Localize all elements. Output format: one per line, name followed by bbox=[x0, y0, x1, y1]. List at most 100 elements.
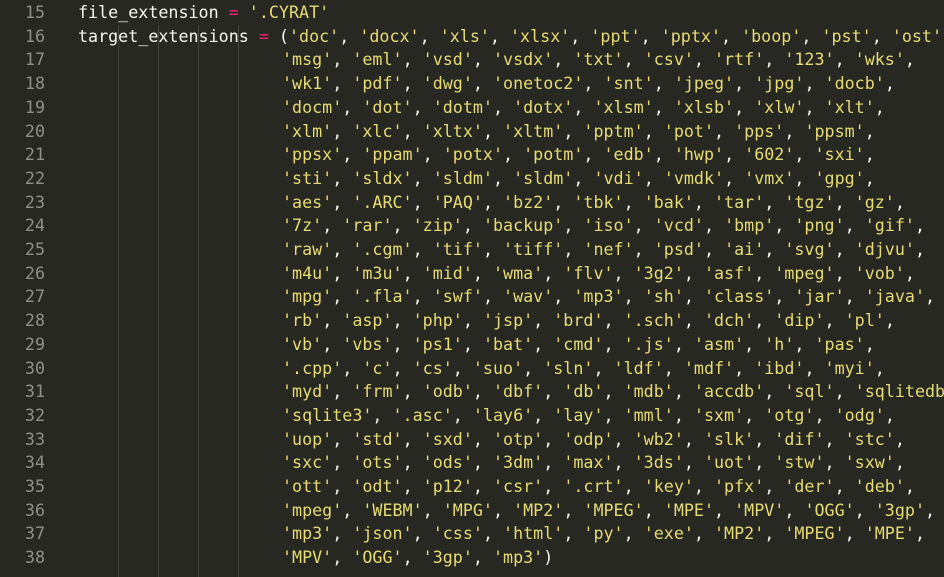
punctuation: , bbox=[332, 120, 353, 141]
string-token: 'vmx' bbox=[744, 167, 795, 188]
string-token: 'MPV' bbox=[282, 547, 333, 568]
string-token: 'boop' bbox=[741, 25, 802, 46]
punctuation: , bbox=[472, 452, 493, 473]
punctuation: , bbox=[764, 476, 785, 496]
punctuation: , bbox=[472, 49, 493, 70]
string-token: 'lay6' bbox=[472, 404, 534, 425]
string-token: 'bmp' bbox=[724, 215, 775, 236]
punctuation: , bbox=[583, 144, 604, 165]
string-token: 'lay' bbox=[553, 404, 604, 425]
punctuation: , bbox=[452, 357, 473, 378]
string-token: 'max' bbox=[563, 452, 614, 473]
punctuation: , bbox=[693, 49, 715, 70]
punctuation: , bbox=[332, 191, 353, 212]
punctuation: , bbox=[563, 215, 584, 236]
string-token: 'csv' bbox=[643, 49, 694, 70]
string-token: 'cmd' bbox=[553, 333, 604, 354]
string-token: 'sldx' bbox=[352, 167, 413, 188]
string-token: 'rb' bbox=[282, 310, 323, 331]
string-token: 'sqlitedb' bbox=[854, 381, 944, 402]
string-token: 'odp' bbox=[563, 428, 614, 449]
punctuation: , bbox=[844, 286, 865, 307]
punctuation: , bbox=[533, 310, 554, 331]
string-token: 'suo' bbox=[472, 357, 524, 378]
punctuation: , bbox=[422, 144, 443, 165]
string-token: 'stw' bbox=[774, 452, 825, 473]
string-token: 'MPE' bbox=[663, 499, 715, 520]
punctuation: , bbox=[603, 404, 624, 425]
string-token: '.cpp' bbox=[282, 357, 343, 378]
punctuation: , bbox=[894, 452, 905, 473]
line-number: 24 bbox=[24, 215, 45, 236]
punctuation: , bbox=[794, 167, 815, 188]
line-number: 20 bbox=[24, 120, 45, 141]
string-token: 'ott' bbox=[282, 476, 333, 496]
string-token: 'py' bbox=[583, 523, 624, 544]
punctuation: , bbox=[332, 286, 353, 307]
code-content: 'sqlite3', '.asc', 'lay6', 'lay', 'mml',… bbox=[282, 404, 895, 428]
punctuation: , bbox=[402, 428, 423, 449]
punctuation: , bbox=[573, 96, 594, 117]
string-token: 'vdi' bbox=[593, 167, 644, 188]
punctuation: , bbox=[472, 262, 493, 283]
code-token: , bbox=[721, 25, 742, 46]
code-content: 'docm', 'dot', 'dotm', 'dotx', 'xlsm', '… bbox=[282, 96, 885, 120]
string-token: 'csr' bbox=[492, 476, 544, 496]
string-token: 'xlsb' bbox=[673, 96, 735, 117]
string-token: 'sln' bbox=[543, 357, 594, 378]
string-token: 'vob' bbox=[854, 262, 905, 283]
punctuation: , bbox=[774, 215, 795, 236]
punctuation: , bbox=[392, 357, 413, 378]
string-token: 'pfx' bbox=[714, 476, 765, 496]
punctuation: , bbox=[643, 120, 664, 141]
string-token: '.crt' bbox=[563, 476, 624, 496]
punctuation: , bbox=[533, 404, 554, 425]
punctuation: , bbox=[874, 96, 885, 117]
punctuation: , bbox=[834, 381, 855, 402]
punctuation: , bbox=[322, 333, 343, 354]
string-token: 'sxi' bbox=[814, 144, 865, 165]
operator-token: = bbox=[228, 2, 239, 22]
punctuation: , bbox=[794, 333, 815, 354]
string-token: 'wav' bbox=[503, 286, 554, 307]
punctuation: , bbox=[904, 262, 915, 283]
punctuation: , bbox=[925, 286, 936, 307]
punctuation: , bbox=[402, 476, 423, 496]
code-content: 'MPV', 'OGG', '3gp', 'mp3') bbox=[282, 546, 553, 570]
string-token: 'pptm' bbox=[583, 120, 644, 141]
string-token: 'OGG' bbox=[804, 499, 855, 520]
string-token: 'mp3' bbox=[492, 547, 544, 568]
string-token: 'gz' bbox=[854, 191, 895, 212]
line-number: 15 bbox=[24, 2, 45, 22]
line-number: 18 bbox=[24, 73, 45, 94]
punctuation: , bbox=[904, 49, 915, 70]
punctuation: , bbox=[834, 262, 855, 283]
punctuation: , bbox=[412, 523, 433, 544]
code-editor[interactable]: 15 file_extension = '.CYRAT' 16 target_exte… bbox=[0, 1, 944, 577]
punctuation: , bbox=[492, 96, 514, 117]
string-token: 'pot' bbox=[663, 120, 715, 141]
string-token: 'ibd' bbox=[754, 357, 805, 378]
punctuation: , bbox=[894, 191, 905, 212]
string-token: 'slk' bbox=[703, 428, 755, 449]
string-token: 'key' bbox=[643, 476, 694, 496]
code-content: 'vb', 'vbs', 'ps1', 'bat', 'cmd', '.js',… bbox=[282, 333, 875, 357]
punctuation: , bbox=[854, 499, 875, 520]
line-number: 29 bbox=[24, 333, 45, 354]
string-token: 'odt' bbox=[352, 476, 403, 496]
punctuation: , bbox=[492, 499, 514, 520]
string-token: 'xls' bbox=[439, 25, 490, 46]
punctuation: ) bbox=[543, 547, 554, 568]
string-token: 'h' bbox=[764, 333, 795, 354]
string-token: 'mpeg' bbox=[774, 262, 835, 283]
punctuation: , bbox=[643, 167, 664, 188]
string-token: 'vsd' bbox=[422, 49, 473, 70]
string-token: 'odb' bbox=[422, 381, 473, 402]
punctuation: , bbox=[462, 333, 483, 354]
string-token: 'sqlite3' bbox=[282, 404, 373, 425]
string-token: 'ods' bbox=[422, 452, 473, 473]
string-token: '.sch' bbox=[623, 310, 684, 331]
string-token: 'm4u' bbox=[282, 262, 333, 283]
punctuation: , bbox=[342, 96, 363, 117]
string-token: '.cgm' bbox=[352, 239, 413, 259]
